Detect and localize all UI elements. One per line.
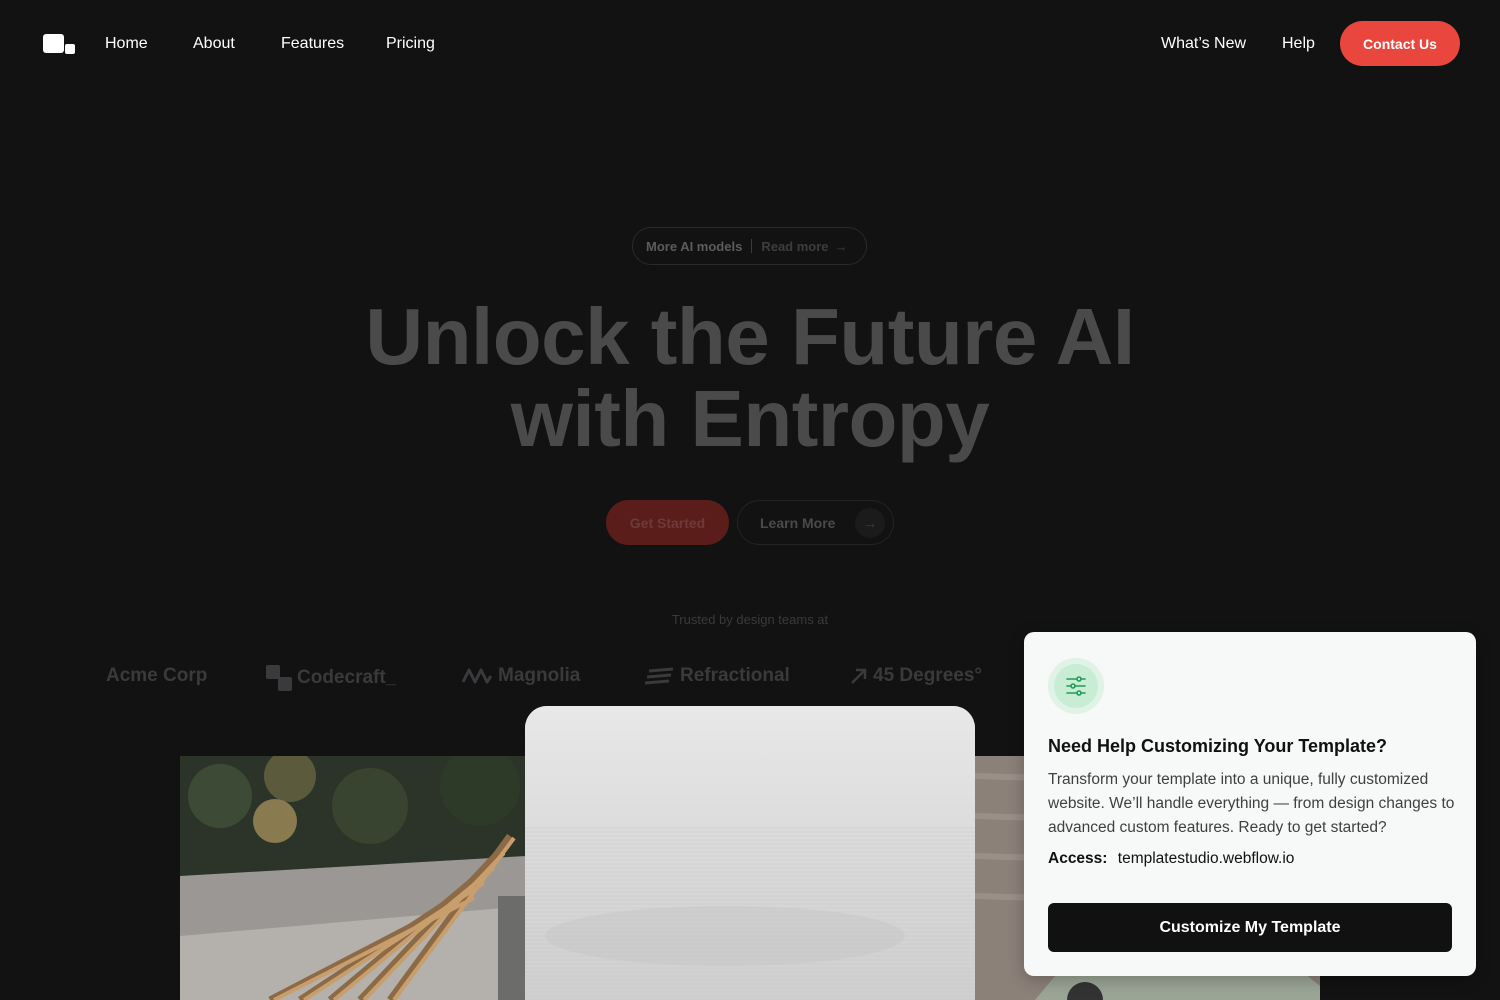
bench-image (180, 756, 526, 1000)
brand-logo-magnolia: Magnolia (461, 665, 580, 687)
trusted-by-text: Trusted by design teams at (671, 612, 829, 627)
brand-name: Refractional (680, 665, 790, 686)
announcement-pill[interactable]: More AI models Read more → (632, 227, 867, 265)
magnolia-icon (461, 668, 493, 684)
sliders-icon (1048, 658, 1104, 714)
pill-divider (751, 239, 753, 253)
fabric-image (525, 706, 975, 1000)
refractional-icon (645, 667, 674, 685)
access-url[interactable]: templatestudio.webflow.io (1118, 850, 1295, 867)
access-label: Access: (1048, 850, 1108, 867)
headline-line-1: Unlock the Future AI (365, 292, 1135, 381)
learn-more-button[interactable]: Learn More → (737, 500, 894, 545)
brand-logo-acme: Acme Corp (106, 665, 207, 687)
diagonal-arrow-icon (851, 668, 867, 684)
learn-more-label: Learn More (760, 514, 836, 531)
brand-name: Acme Corp (106, 665, 208, 686)
get-started-button[interactable]: Get Started (606, 500, 729, 545)
brand-name: Magnolia (498, 665, 581, 686)
brand-name: Codecraft_ (297, 667, 397, 688)
customization-popup: Need Help Customizing Your Template? Tra… (1024, 632, 1476, 976)
pill-read-more-link[interactable]: Read more (761, 239, 828, 254)
customize-template-button[interactable]: Customize My Template (1048, 903, 1452, 952)
brand-logo-codecraft: Codecraft_ (266, 665, 396, 691)
arrow-right-icon: → (855, 508, 885, 538)
pill-label: More AI models (646, 238, 743, 254)
popup-access: Access: templatestudio.webflow.io (1048, 850, 1294, 868)
brand-logo-refractional: Refractional (645, 665, 790, 687)
popup-title: Need Help Customizing Your Template? (1048, 736, 1388, 756)
hero-headline: Unlock the Future AI with Entropy (250, 296, 1250, 460)
codecraft-icon (266, 665, 292, 691)
arrow-right-icon: → (834, 238, 848, 254)
headline-line-2: with Entropy (510, 374, 990, 463)
popup-description: Transform your template into a unique, f… (1048, 771, 1455, 836)
brand-logo-45-degrees: 45 Degrees° (850, 665, 982, 687)
brand-name: 45 Degrees° (873, 665, 982, 686)
